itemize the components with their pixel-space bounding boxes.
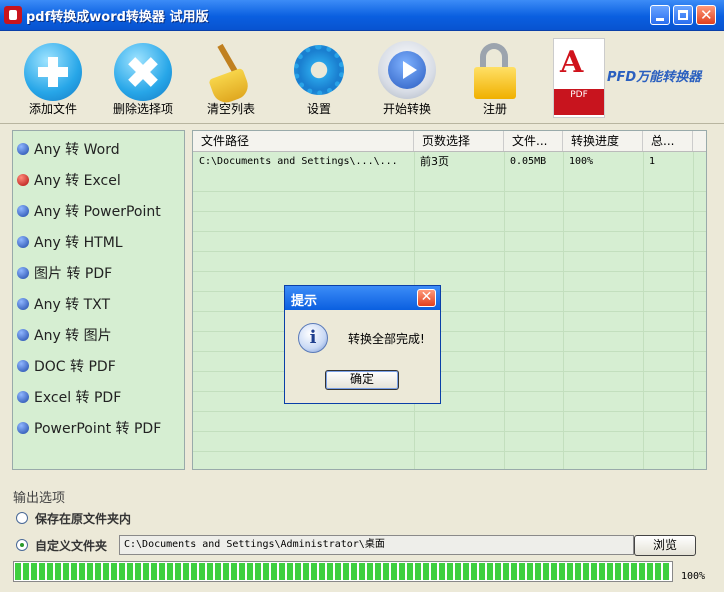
clear-list-button[interactable]: 清空列表 [188, 39, 274, 121]
radio-save-original[interactable] [16, 512, 28, 524]
settings-button[interactable]: 设置 [276, 39, 362, 121]
nav-item-excel-to-pdf[interactable]: Excel 转 PDF [17, 386, 183, 408]
app-icon [4, 6, 22, 24]
dialog-close-button[interactable]: ✕ [417, 289, 436, 307]
bullet-icon [17, 298, 29, 310]
ok-button[interactable]: 确定 [325, 370, 399, 390]
dialog-title: 提示 [291, 294, 318, 309]
nav-item-any-to-html[interactable]: Any 转 HTML [17, 231, 183, 253]
file-table: 文件路径 页数选择 文件... 转换进度 总... C:\Documents a… [192, 130, 707, 470]
play-icon [378, 41, 436, 99]
minimize-icon [656, 18, 664, 21]
table-header: 文件路径 页数选择 文件... 转换进度 总... [193, 131, 706, 152]
radio-custom-folder[interactable] [16, 539, 28, 551]
close-icon: ✕ [420, 289, 433, 305]
completion-dialog: 提示 ✕ i 转换全部完成! 确定 [284, 285, 441, 404]
remove-selected-button[interactable]: 删除选择项 [100, 39, 186, 121]
start-convert-label: 开始转换 [382, 102, 431, 116]
progress-fill [15, 563, 671, 580]
column-header-size[interactable]: 文件... [504, 131, 563, 151]
register-label: 注册 [482, 102, 507, 116]
start-convert-button[interactable]: 开始转换 [364, 39, 450, 121]
maximize-icon [678, 10, 688, 20]
cell-path: C:\Documents and Settings\...\... [199, 156, 398, 167]
column-header-progress[interactable]: 转换进度 [563, 131, 643, 151]
bullet-icon [17, 329, 29, 341]
browse-button[interactable]: 浏览 [634, 535, 696, 556]
dialog-message: 转换全部完成! [348, 332, 425, 346]
bullet-icon [17, 174, 29, 186]
bullet-icon [17, 205, 29, 217]
nav-item-any-to-word[interactable]: Any 转 Word [17, 138, 183, 160]
plus-icon [24, 43, 82, 101]
column-header-path[interactable]: 文件路径 [193, 131, 414, 151]
title-bar[interactable]: pdf转换成word转换器 试用版 ✕ [0, 0, 724, 31]
add-file-button[interactable]: 添加文件 [10, 39, 96, 121]
bullet-icon [17, 267, 29, 279]
window-title: pdf转换成word转换器 试用版 [26, 10, 209, 25]
toolbar: 添加文件 删除选择项 清空列表 设置 开始转换 注册 A PDF PFD万能转换… [0, 31, 724, 124]
column-header-total[interactable]: 总... [643, 131, 693, 151]
nav-item-any-to-powerpoint[interactable]: Any 转 PowerPoint [17, 200, 183, 222]
table-row[interactable]: C:\Documents and Settings\...\... 前3页 0.… [193, 152, 706, 172]
output-options-title: 输出选项 [13, 491, 66, 506]
bullet-icon [17, 236, 29, 248]
bullet-icon [17, 360, 29, 372]
nav-item-any-to-image[interactable]: Any 转 图片 [17, 324, 183, 346]
column-header-pages[interactable]: 页数选择 [414, 131, 504, 151]
remove-selected-label: 删除选择项 [112, 102, 173, 116]
brand-title: PFD万能转换器 [607, 70, 702, 85]
bullet-icon [17, 391, 29, 403]
pdf-logo-icon: A PDF [553, 38, 605, 118]
nav-item-image-to-pdf[interactable]: 图片 转 PDF [17, 262, 183, 284]
nav-item-doc-to-pdf[interactable]: DOC 转 PDF [17, 355, 183, 377]
cell-progress: 100% [569, 156, 594, 167]
conversion-type-list: Any 转 Word Any 转 Excel Any 转 PowerPoint … [12, 130, 185, 470]
clear-list-label: 清空列表 [206, 102, 255, 116]
dialog-title-bar[interactable]: 提示 ✕ [285, 286, 440, 310]
cell-size: 0.05MB [510, 156, 547, 167]
close-button[interactable]: ✕ [696, 5, 716, 25]
nav-item-powerpoint-to-pdf[interactable]: PowerPoint 转 PDF [17, 417, 183, 439]
add-file-label: 添加文件 [28, 102, 77, 116]
close-icon: ✕ [700, 6, 713, 24]
settings-label: 设置 [306, 102, 331, 116]
nav-item-any-to-excel[interactable]: Any 转 Excel [17, 169, 183, 191]
progress-percent: 100% [681, 571, 706, 582]
x-icon [114, 43, 172, 101]
pdf-badge: PDF [554, 89, 604, 115]
minimize-button[interactable] [650, 5, 670, 25]
cell-total: 1 [649, 156, 656, 167]
output-path-field[interactable]: C:\Documents and Settings\Administrator\… [119, 535, 634, 555]
radio-custom-folder-label[interactable]: 自定义文件夹 [35, 537, 107, 554]
maximize-button[interactable] [673, 5, 693, 25]
gear-icon [294, 45, 344, 95]
info-icon: i [298, 323, 328, 353]
nav-item-any-to-txt[interactable]: Any 转 TXT [17, 293, 183, 315]
bullet-icon [17, 422, 29, 434]
register-button[interactable]: 注册 [452, 39, 538, 121]
radio-save-original-label[interactable]: 保存在原文件夹内 [35, 510, 131, 527]
cell-pages: 前3页 [420, 155, 449, 168]
progress-bar [13, 561, 673, 582]
bullet-icon [17, 143, 29, 155]
